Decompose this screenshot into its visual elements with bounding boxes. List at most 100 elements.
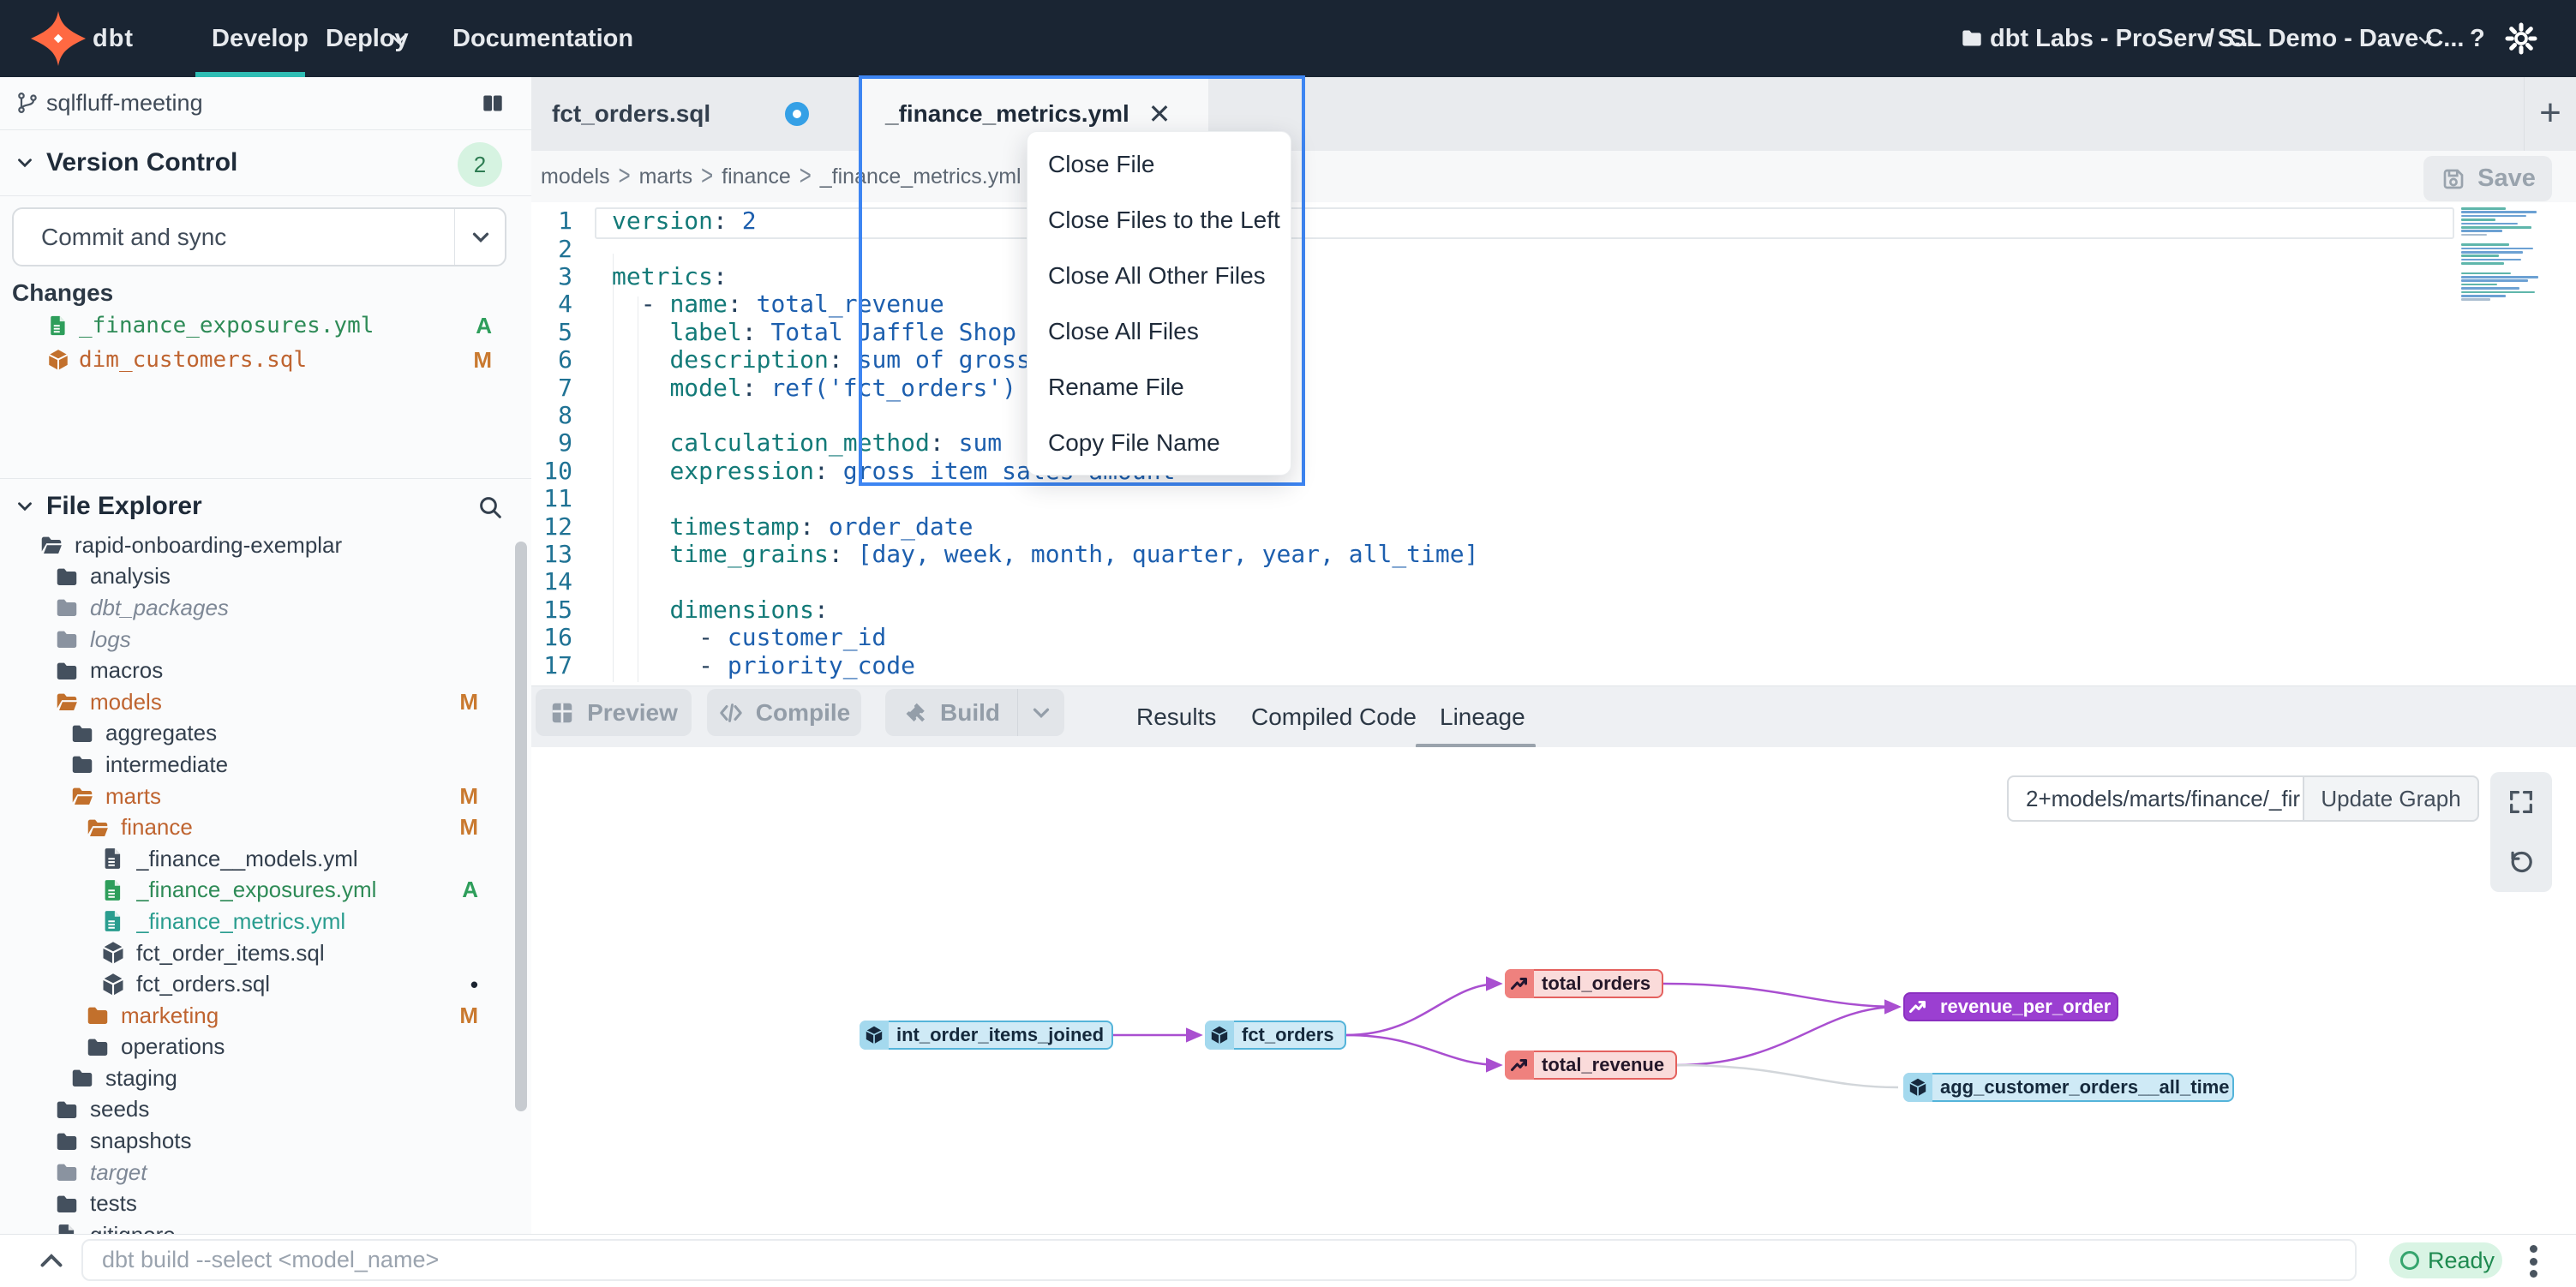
tree-item-gitignore[interactable]: gitignore (0, 1219, 531, 1234)
new-tab-button[interactable]: + (2528, 91, 2573, 135)
tree-item-models[interactable]: modelsM (0, 686, 531, 718)
lineage-node-revenue_per_order[interactable]: revenue_per_order (1903, 992, 2118, 1021)
tree-item-rapid-onboarding-exemplar[interactable]: rapid-onboarding-exemplar (0, 530, 531, 561)
folder-icon (69, 721, 95, 746)
git-branch-row[interactable]: sqlfluff-meeting (0, 77, 531, 129)
chevron-up-icon[interactable] (34, 1246, 69, 1277)
search-icon[interactable] (476, 494, 504, 521)
fullscreen-icon[interactable] (2507, 787, 2536, 817)
doc-icon (100, 877, 126, 903)
code-line-15[interactable]: 15 dimensions: (531, 596, 2576, 623)
build-button[interactable]: Build (885, 689, 1017, 736)
lineage-node-total_orders[interactable]: total_orders (1505, 969, 1663, 998)
breadcrumb-item[interactable]: models (541, 165, 610, 189)
tab-results[interactable]: Results (1136, 686, 1216, 748)
nav-item-develop[interactable]: Develop (212, 0, 309, 77)
folder-icon (54, 1097, 80, 1122)
tree-item-staging[interactable]: staging (0, 1063, 531, 1094)
code-line-17[interactable]: 17 - priority_code (531, 651, 2576, 679)
lineage-graph-canvas[interactable]: int_order_items_joined fct_orders total_or… (531, 747, 2576, 1234)
lineage-node-fct_orders[interactable]: fct_orders (1205, 1021, 1346, 1050)
book-icon[interactable] (480, 92, 506, 115)
tree-item--finance-exposures-yml[interactable]: _finance_exposures.ymlA (0, 875, 531, 907)
tree-item-finance[interactable]: financeM (0, 811, 531, 843)
code-line-12[interactable]: 12 timestamp: order_date (531, 512, 2576, 540)
changed-file-row[interactable]: _finance_exposures.ymlA (0, 308, 531, 343)
compile-button[interactable]: Compile (707, 689, 861, 736)
tree-item-logs[interactable]: logs (0, 624, 531, 655)
tree-item-tests[interactable]: tests (0, 1188, 531, 1219)
menu-item-close-file[interactable]: Close File (1027, 136, 1291, 192)
code-line-7[interactable]: 7 model: ref('fct_orders') (531, 374, 2576, 401)
menu-item-close-all-files[interactable]: Close All Files (1027, 303, 1291, 359)
tree-item-analysis[interactable]: analysis (0, 561, 531, 593)
commit-and-sync-button[interactable]: Commit and sync (12, 207, 506, 266)
code-line-9[interactable]: 9 calculation_method: sum (531, 429, 2576, 457)
menu-item-rename-file[interactable]: Rename File (1027, 359, 1291, 415)
breadcrumb-item[interactable]: marts (639, 165, 693, 189)
tree-item-target[interactable]: target (0, 1157, 531, 1188)
file-explorer-header[interactable]: File Explorer (0, 480, 531, 533)
lineage-node-agg_customer_orders__all_time[interactable]: agg_customer_orders__all_time (1903, 1073, 2234, 1102)
breadcrumb-item[interactable]: _finance_metrics.yml (820, 165, 1021, 189)
preview-button[interactable]: Preview (536, 689, 692, 736)
account-breadcrumb[interactable]: dbt Labs - ProServ S... (1990, 0, 2255, 77)
close-icon[interactable]: ✕ (1141, 96, 1177, 132)
tree-item-fct-order-items-sql[interactable]: fct_order_items.sql (0, 937, 531, 969)
editor-minimap[interactable] (2461, 207, 2554, 296)
kebab-icon[interactable] (2526, 1245, 2540, 1278)
version-control-header[interactable]: Version Control (0, 129, 531, 195)
tree-item-aggregates[interactable]: aggregates (0, 718, 531, 750)
lineage-node-int_order_items_joined[interactable]: int_order_items_joined (860, 1021, 1113, 1050)
tree-item-marts[interactable]: martsM (0, 781, 531, 812)
chevron-down-icon[interactable] (468, 224, 494, 250)
code-line-10[interactable]: 10 expression: gross_item_sales_amount (531, 457, 2576, 484)
tab-fct-orders-sql[interactable]: fct_orders.sql (531, 77, 860, 151)
changed-file-row[interactable]: dim_customers.sqlM (0, 343, 531, 377)
lineage-edge (1677, 1007, 1898, 1065)
code-line-13[interactable]: 13 time_grains: [day, week, month, quart… (531, 540, 2576, 567)
tree-item-operations[interactable]: operations (0, 1032, 531, 1063)
lineage-selector-input[interactable] (2007, 775, 2303, 822)
menu-item-close-all-other-files[interactable]: Close All Other Files (1027, 248, 1291, 303)
code-line-6[interactable]: 6 description: sum of gross revenue (531, 346, 2576, 374)
tree-item--finance-metrics-yml[interactable]: _finance_metrics.yml (0, 906, 531, 937)
build-options-button[interactable] (1017, 689, 1064, 736)
code-line-3[interactable]: 3metrics: (531, 262, 2576, 290)
reset-icon[interactable] (2507, 847, 2536, 877)
save-button[interactable]: Save (2423, 156, 2552, 201)
dbt-command-input[interactable] (81, 1239, 2357, 1281)
help-icon[interactable]: ? (2470, 0, 2485, 77)
update-graph-button[interactable]: Update Graph (2303, 775, 2479, 822)
dbt-logo-icon[interactable] (31, 11, 86, 66)
tree-item-macros[interactable]: macros (0, 655, 531, 686)
menu-item-copy-file-name[interactable]: Copy File Name (1027, 415, 1291, 470)
code-line-11[interactable]: 11 (531, 485, 2576, 512)
code-line-16[interactable]: 16 - customer_id (531, 623, 2576, 650)
code-line-2[interactable]: 2 (531, 235, 2576, 262)
tree-item-intermediate[interactable]: intermediate (0, 749, 531, 781)
lineage-node-total_revenue[interactable]: total_revenue (1505, 1051, 1677, 1080)
code-line-14[interactable]: 14 (531, 568, 2576, 596)
tree-item-seeds[interactable]: seeds (0, 1094, 531, 1126)
scrollbar-thumb[interactable] (515, 542, 527, 1111)
divider (2524, 77, 2525, 151)
code-line-4[interactable]: 4 - name: total_revenue (531, 290, 2576, 318)
tree-item-dbt-packages[interactable]: dbt_packages (0, 592, 531, 624)
tree-item-snapshots[interactable]: snapshots (0, 1125, 531, 1157)
code-line-1[interactable]: 1version: 2 (531, 207, 2576, 235)
code-editor[interactable]: 1version: 223metrics:4 - name: total_rev… (531, 202, 2576, 685)
menu-item-close-files-to-the-left[interactable]: Close Files to the Left (1027, 192, 1291, 248)
tab-lineage[interactable]: Lineage (1440, 686, 1525, 748)
tab-compiled-code[interactable]: Compiled Code (1251, 686, 1417, 748)
code-line-8[interactable]: 8 (531, 401, 2576, 428)
tree-item-fct-orders-sql[interactable]: fct_orders.sql• (0, 968, 531, 1000)
code-line-5[interactable]: 5 label: Total Jaffle Shop Gross Re (531, 318, 2576, 345)
breadcrumb-item[interactable]: finance (722, 165, 791, 189)
gear-icon[interactable] (2504, 21, 2538, 56)
tree-item--finance-models-yml[interactable]: _finance__models.yml (0, 843, 531, 875)
chevron-down-icon[interactable] (2415, 30, 2435, 51)
tree-item-marketing[interactable]: marketingM (0, 1000, 531, 1032)
nav-item-documentation[interactable]: Documentation (452, 0, 633, 77)
logo-wordmark[interactable]: dbt (93, 0, 134, 77)
